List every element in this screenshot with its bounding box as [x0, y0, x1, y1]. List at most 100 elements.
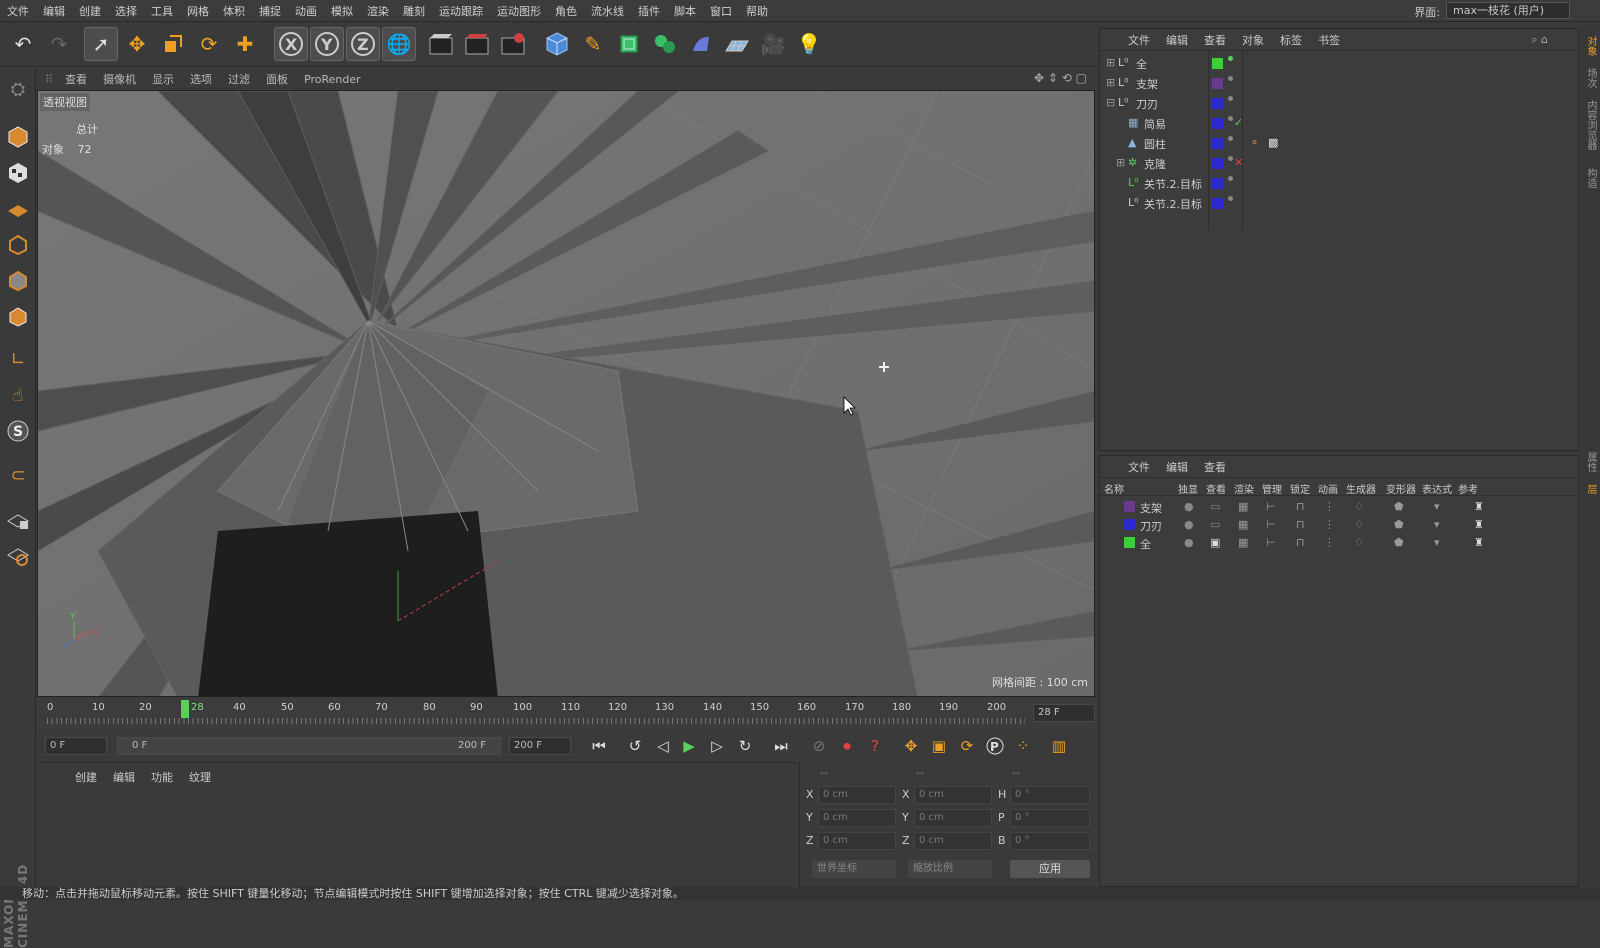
tab-objects[interactable]: 对象	[1583, 36, 1598, 56]
search-icon[interactable]: ⌕ ⌂	[1531, 33, 1548, 47]
obj-menu-file[interactable]: 文件	[1120, 32, 1158, 48]
layer-color-swatch[interactable]	[1212, 138, 1223, 149]
menu-snap[interactable]: 捕捉	[252, 3, 288, 19]
layer-row-all[interactable]: 全 ● ▣ ▦ ⊢ ⊓ ⋮ ♢ ⬟ ▾ ♜	[1100, 534, 1578, 552]
col-expressions[interactable]: 表达式	[1422, 481, 1452, 496]
menu-pipeline[interactable]: 流水线	[584, 3, 631, 19]
key-scale-icon[interactable]: ▣	[927, 735, 951, 757]
expression-icon[interactable]: ▾	[1434, 536, 1440, 549]
polygons-mode-icon[interactable]	[3, 302, 33, 332]
select-arrow-icon[interactable]: ➚	[84, 27, 118, 61]
camera-icon[interactable]: 🎥	[756, 27, 790, 61]
undo-icon[interactable]: ↶	[6, 27, 40, 61]
deformer-icon[interactable]: ⬟	[1394, 500, 1404, 513]
x-axis-icon[interactable]: X	[274, 27, 308, 61]
visibility-dot[interactable]	[1228, 76, 1233, 81]
render-icon[interactable]: ▦	[1238, 500, 1248, 513]
viewport-menu-cameras[interactable]: 摄像机	[95, 71, 144, 87]
coord-system-select[interactable]: 世界坐标	[812, 860, 896, 878]
render-view-icon[interactable]	[424, 27, 458, 61]
floor-icon[interactable]	[720, 27, 754, 61]
y-axis-icon[interactable]: Y	[310, 27, 344, 61]
object-row-all[interactable]: ⊞ L⁰ 全	[1100, 53, 1578, 73]
view-icon[interactable]: ▭	[1210, 518, 1220, 531]
layer-color-swatch[interactable]	[1212, 118, 1223, 129]
menu-script[interactable]: 脚本	[667, 3, 703, 19]
timeline-window-icon[interactable]: ▥	[1047, 735, 1071, 757]
planar-workplane-icon[interactable]	[3, 540, 33, 570]
layer-row-bracket[interactable]: 支架 ● ▭ ▦ ⊢ ⊓ ⋮ ♢ ⬟ ▾ ♜	[1100, 498, 1578, 516]
lock-icon[interactable]: ⊓	[1296, 500, 1305, 513]
material-menu-texture[interactable]: 纹理	[181, 769, 219, 785]
col-animation[interactable]: 动画	[1318, 481, 1338, 496]
key-rotate-icon[interactable]: ⟳	[955, 735, 979, 757]
scale-icon[interactable]	[156, 27, 190, 61]
solo-dot-icon[interactable]: ●	[1184, 536, 1194, 549]
material-menu-edit[interactable]: 编辑	[105, 769, 143, 785]
magnet-icon[interactable]: ⊂	[3, 460, 33, 490]
material-menu-function[interactable]: 功能	[143, 769, 181, 785]
tab-takes[interactable]: 场次	[1583, 68, 1598, 88]
record-icon[interactable]: ⏺	[835, 735, 859, 757]
tweak-mode-icon[interactable]: ☝	[3, 380, 33, 410]
visibility-dot[interactable]	[1228, 176, 1233, 181]
render-icon[interactable]: ▦	[1238, 518, 1248, 531]
layer-color-swatch[interactable]	[1124, 501, 1135, 512]
layer-menu-file[interactable]: 文件	[1120, 459, 1158, 475]
generator-icon[interactable]: ♢	[1354, 536, 1364, 549]
3d-viewport[interactable]: Y X 透视视图 总计 对象 72 网格间距 : 100 cm	[37, 90, 1095, 697]
next-key-icon[interactable]: ↻	[733, 735, 757, 757]
layer-menu-view[interactable]: 查看	[1196, 459, 1234, 475]
array-icon[interactable]	[648, 27, 682, 61]
layer-color-swatch[interactable]	[1212, 78, 1223, 89]
col-solo[interactable]: 独显	[1178, 481, 1198, 496]
obj-menu-edit[interactable]: 编辑	[1158, 32, 1196, 48]
animation-icon[interactable]: ⋮	[1324, 518, 1335, 531]
menu-simulate[interactable]: 模拟	[324, 3, 360, 19]
next-frame-icon[interactable]: ▷	[705, 735, 729, 757]
layer-color-swatch[interactable]	[1212, 198, 1223, 209]
tab-content-browser[interactable]: 内容浏览器	[1583, 100, 1598, 150]
layer-menu-edit[interactable]: 编辑	[1158, 459, 1196, 475]
goto-end-icon[interactable]: ⏭	[769, 735, 793, 757]
layer-color-swatch[interactable]	[1212, 158, 1223, 169]
z-axis-icon[interactable]: Z	[346, 27, 380, 61]
col-locked[interactable]: 锁定	[1290, 481, 1310, 496]
object-row-joint-target-1[interactable]: L⁰ 关节.2.目标	[1100, 173, 1578, 193]
expression-icon[interactable]: ▾	[1434, 518, 1440, 531]
live-select-icon[interactable]: ✚	[228, 27, 262, 61]
key-move-icon[interactable]: ✥	[899, 735, 923, 757]
visibility-dot[interactable]	[1228, 136, 1233, 141]
lock-icon[interactable]: ⊓	[1296, 536, 1305, 549]
model-mode-icon[interactable]	[3, 122, 33, 152]
manager-icon[interactable]: ⊢	[1266, 500, 1276, 513]
points-mode-icon[interactable]	[3, 230, 33, 260]
enabled-check-icon[interactable]: ✓	[1234, 116, 1243, 129]
move-icon[interactable]: ✥	[120, 27, 154, 61]
play-icon[interactable]: ▶	[677, 735, 701, 757]
workplane-icon[interactable]	[3, 194, 33, 224]
tab-attributes[interactable]: 属性	[1583, 452, 1598, 472]
light-icon[interactable]: 💡	[792, 27, 826, 61]
menu-tools[interactable]: 工具	[144, 3, 180, 19]
col-generators[interactable]: 生成器	[1346, 481, 1376, 496]
redo-icon[interactable]: ↷	[42, 27, 76, 61]
object-row-blade[interactable]: ⊟ L⁰ 刀刃	[1100, 93, 1578, 113]
manager-icon[interactable]: ⊢	[1266, 536, 1276, 549]
phong-tag-icon[interactable]: ⚬	[1250, 136, 1259, 149]
playhead[interactable]	[181, 700, 189, 718]
rot-p-field[interactable]: 0 °	[1010, 809, 1090, 827]
pos-z-field[interactable]: 0 cm	[818, 832, 896, 850]
start-frame-field[interactable]: 0 F	[45, 737, 107, 755]
menu-character[interactable]: 角色	[548, 3, 584, 19]
obj-menu-bookmarks[interactable]: 书签	[1310, 32, 1348, 48]
layout-select[interactable]: max一枝花 (用户)	[1446, 2, 1570, 19]
generator-icon[interactable]: ♢	[1354, 518, 1364, 531]
lock-icon[interactable]: ⊓	[1296, 518, 1305, 531]
end-frame-field[interactable]: 200 F	[509, 737, 571, 755]
disabled-x-icon[interactable]: ✕	[1234, 156, 1243, 169]
size-z-field[interactable]: 0 cm	[914, 832, 992, 850]
apply-button[interactable]: 应用	[1010, 860, 1090, 878]
cube-icon[interactable]	[540, 27, 574, 61]
visibility-dot[interactable]	[1228, 96, 1233, 101]
